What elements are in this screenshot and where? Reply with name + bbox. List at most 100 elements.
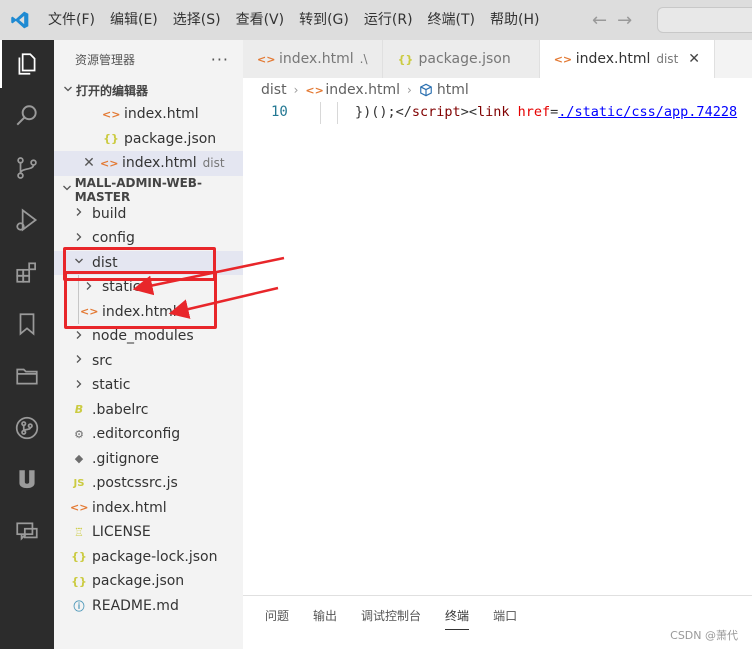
- info-file-icon: ⓘ: [73, 599, 85, 613]
- tab-index-html-dist[interactable]: <> index.html dist ✕: [539, 40, 716, 78]
- back-arrow-icon[interactable]: ←: [592, 10, 607, 31]
- more-actions-icon[interactable]: ···: [211, 50, 229, 69]
- tree-folder-src[interactable]: src: [54, 349, 243, 374]
- breadcrumb-element[interactable]: html: [437, 82, 469, 98]
- tree-item-label: README.md: [92, 597, 179, 614]
- tree-file-index-html[interactable]: <> index.html: [54, 496, 243, 521]
- explorer-header: 资源管理器 ···: [54, 40, 243, 78]
- git-file-icon: ◆: [74, 452, 84, 466]
- menu-file[interactable]: 文件(F): [40, 0, 102, 40]
- html-file-icon: <>: [100, 156, 119, 170]
- code-token: })();</: [355, 104, 412, 120]
- remote-chat-icon[interactable]: [0, 508, 54, 556]
- tree-file-package-json[interactable]: {} package.json: [54, 569, 243, 594]
- editor-tabs: <> index.html .\ {} package.json <> inde…: [243, 40, 752, 78]
- tree-folder-static[interactable]: static: [54, 373, 243, 398]
- tree-item-label: config: [92, 230, 135, 247]
- open-editor-item-active[interactable]: ✕ <> index.html dist: [54, 151, 243, 176]
- line-number: 10: [271, 104, 288, 120]
- menu-terminal[interactable]: 终端(T): [420, 0, 482, 40]
- bottom-panel: 问题 输出 调试控制台 终端 端口 CSDN @萧代: [243, 595, 752, 649]
- tree-item-label: .babelrc: [92, 401, 149, 418]
- open-editors-section-header[interactable]: 打开的编辑器: [54, 78, 243, 102]
- extensions-icon[interactable]: [0, 248, 54, 296]
- breadcrumb-file[interactable]: index.html: [325, 82, 400, 98]
- code-link[interactable]: ./static/css/app.74228: [558, 104, 737, 120]
- forward-arrow-icon[interactable]: →: [617, 10, 632, 31]
- activity-bar: [0, 40, 54, 649]
- chevron-right-icon: [70, 207, 88, 220]
- tab-hint: dist: [656, 52, 679, 66]
- open-editor-name: package.json: [124, 130, 217, 147]
- panel-tab-debug-console[interactable]: 调试控制台: [349, 602, 433, 630]
- close-icon[interactable]: ✕: [82, 155, 96, 171]
- babel-file-icon: B: [74, 403, 84, 417]
- breadcrumb-folder[interactable]: dist: [261, 82, 287, 98]
- close-tab-icon[interactable]: ✕: [688, 51, 700, 67]
- html-file-icon: <>: [257, 52, 276, 66]
- license-file-icon: ♖: [74, 525, 84, 539]
- tree-file-babelrc[interactable]: B .babelrc: [54, 398, 243, 423]
- bookmarks-icon[interactable]: [0, 300, 54, 348]
- navigation-arrows: ← →: [592, 0, 632, 40]
- tree-file-license[interactable]: ♖ LICENSE: [54, 520, 243, 545]
- js-file-icon: JS: [73, 477, 85, 489]
- u-icon[interactable]: [0, 456, 54, 504]
- symbol-element-icon: [419, 83, 433, 97]
- project-section-header[interactable]: MALL-ADMIN-WEB-MASTER: [54, 176, 243, 204]
- tree-file-readme[interactable]: ⓘ README.md: [54, 594, 243, 619]
- html-file-icon: <>: [305, 83, 324, 97]
- html-file-icon: <>: [70, 501, 89, 515]
- code-token: link: [476, 104, 510, 120]
- menu-go[interactable]: 转到(G): [291, 0, 356, 40]
- panel-tab-problems[interactable]: 问题: [253, 602, 301, 630]
- tree-item-label: package-lock.json: [92, 548, 218, 565]
- annotation-box-contents: [64, 271, 217, 329]
- panel-tab-ports[interactable]: 端口: [481, 602, 529, 630]
- menu-selection[interactable]: 选择(S): [165, 0, 228, 40]
- tree-file-package-lock[interactable]: {} package-lock.json: [54, 545, 243, 570]
- open-editor-item[interactable]: {} package.json: [54, 127, 243, 152]
- panel-tab-terminal[interactable]: 终端: [433, 602, 481, 630]
- tab-package-json[interactable]: {} package.json: [382, 40, 540, 78]
- explorer-icon[interactable]: [0, 40, 54, 88]
- menu-run[interactable]: 运行(R): [356, 0, 420, 40]
- tree-item-label: package.json: [92, 573, 185, 590]
- tree-item-label: node_modules: [92, 328, 194, 345]
- chevron-right-icon: [70, 232, 88, 245]
- open-editor-item[interactable]: <> index.html: [54, 102, 243, 127]
- tree-folder-build[interactable]: build: [54, 202, 243, 227]
- tree-item-label: src: [92, 352, 113, 369]
- open-editor-name: index.html: [124, 106, 199, 123]
- menu-help[interactable]: 帮助(H): [482, 0, 546, 40]
- tree-file-editorconfig[interactable]: ⚙ .editorconfig: [54, 422, 243, 447]
- open-editor-hint: dist: [202, 156, 225, 171]
- tree-file-gitignore[interactable]: ◆ .gitignore: [54, 447, 243, 472]
- folder-icon[interactable]: [0, 352, 54, 400]
- html-file-icon: <>: [102, 107, 121, 121]
- code-token: ><: [460, 104, 477, 120]
- open-editor-name: index.html: [122, 155, 197, 172]
- json-file-icon: {}: [71, 574, 87, 588]
- git-graph-icon[interactable]: [0, 404, 54, 452]
- tree-item-label: .gitignore: [92, 450, 159, 467]
- tab-index-html-root[interactable]: <> index.html .\: [243, 40, 383, 78]
- explorer-sidebar: 资源管理器 ··· 打开的编辑器 <> index.html {} packag…: [54, 40, 243, 649]
- json-file-icon: {}: [397, 52, 414, 66]
- tree-item-label: .editorconfig: [92, 426, 181, 443]
- search-icon[interactable]: [0, 92, 54, 140]
- panel-tab-output[interactable]: 输出: [301, 602, 349, 630]
- gear-icon: ⚙: [74, 427, 84, 441]
- tab-hint: .\: [359, 52, 368, 66]
- command-center-search[interactable]: [657, 7, 752, 33]
- tree-file-postcssrc[interactable]: JS .postcssrc.js: [54, 471, 243, 496]
- code-token: script: [411, 104, 461, 120]
- tab-label: index.html: [575, 51, 651, 67]
- run-debug-icon[interactable]: [0, 196, 54, 244]
- menu-edit[interactable]: 编辑(E): [102, 0, 165, 40]
- source-control-icon[interactable]: [0, 144, 54, 192]
- menu-view[interactable]: 查看(V): [228, 0, 292, 40]
- watermark: CSDN @萧代: [670, 629, 738, 642]
- tab-label: index.html: [279, 51, 354, 67]
- code-editor[interactable]: 10 })();</script><link href=./static/css…: [243, 102, 752, 594]
